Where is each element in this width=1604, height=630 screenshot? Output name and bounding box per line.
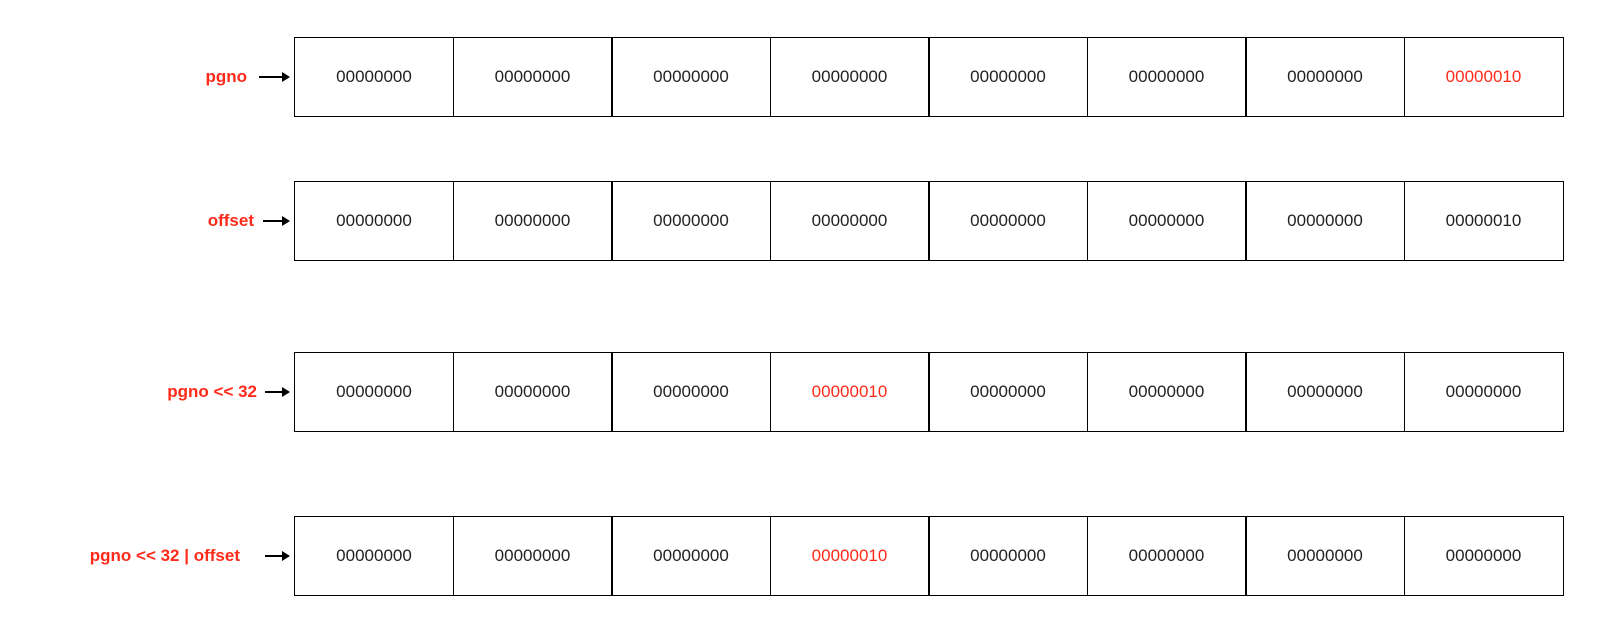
byte-row-pgno-shifted: pgno << 32 00000000 00000000 00000000 00… [0,352,1604,432]
byte-cell: 00000000 [1245,516,1405,596]
byte-cells: 00000000 00000000 00000000 00000000 0000… [294,181,1564,261]
byte-cell: 00000000 [1245,181,1405,261]
row-label: pgno << 32 | offset [89,546,240,565]
byte-row-offset: offset 00000000 00000000 00000000 000000… [0,181,1604,261]
byte-cell: 00000000 [1403,516,1564,596]
byte-cell: 00000000 [294,37,454,117]
byte-cell: 00000000 [1245,352,1405,432]
byte-cell: 00000000 [1086,181,1247,261]
byte-cells: 00000000 00000000 00000000 00000000 0000… [294,37,1564,117]
byte-cell: 00000000 [611,352,771,432]
byte-cell: 00000000 [611,516,771,596]
arrow-right-icon [263,216,291,226]
byte-cell: 00000000 [928,181,1088,261]
byte-cell: 00000000 [1403,352,1564,432]
byte-cells: 00000000 00000000 00000000 00000010 0000… [294,516,1564,596]
byte-row-pgno: pgno 00000000 00000000 00000000 00000000… [0,37,1604,117]
byte-cell: 00000000 [611,37,771,117]
byte-cell: 00000000 [611,181,771,261]
byte-cell: 00000000 [294,352,454,432]
byte-cell: 00000000 [928,352,1088,432]
arrow-right-icon [265,387,291,397]
byte-cell: 00000000 [769,37,930,117]
byte-cell: 00000000 [452,37,613,117]
byte-cell: 00000000 [1245,37,1405,117]
row-label: pgno << 32 [167,382,257,401]
byte-cell: 00000000 [1086,37,1247,117]
row-label: pgno [205,67,247,86]
byte-cell: 00000000 [928,37,1088,117]
byte-cell: 00000010 [1403,37,1564,117]
byte-cell: 00000010 [1403,181,1564,261]
arrow-right-icon [259,72,291,82]
byte-cell: 00000000 [452,516,613,596]
byte-cell: 00000000 [769,181,930,261]
arrow-right-icon [265,551,291,561]
byte-cell: 00000010 [769,352,930,432]
byte-cell: 00000000 [1086,516,1247,596]
byte-cell: 00000000 [294,181,454,261]
byte-cell: 00000000 [452,352,613,432]
byte-cell: 00000010 [769,516,930,596]
byte-cell: 00000000 [928,516,1088,596]
byte-cells: 00000000 00000000 00000000 00000010 0000… [294,352,1564,432]
byte-cell: 00000000 [1086,352,1247,432]
byte-cell: 00000000 [452,181,613,261]
row-label: offset [207,211,254,230]
byte-cell: 00000000 [294,516,454,596]
byte-row-combined: pgno << 32 | offset 00000000 00000000 00… [0,516,1604,596]
